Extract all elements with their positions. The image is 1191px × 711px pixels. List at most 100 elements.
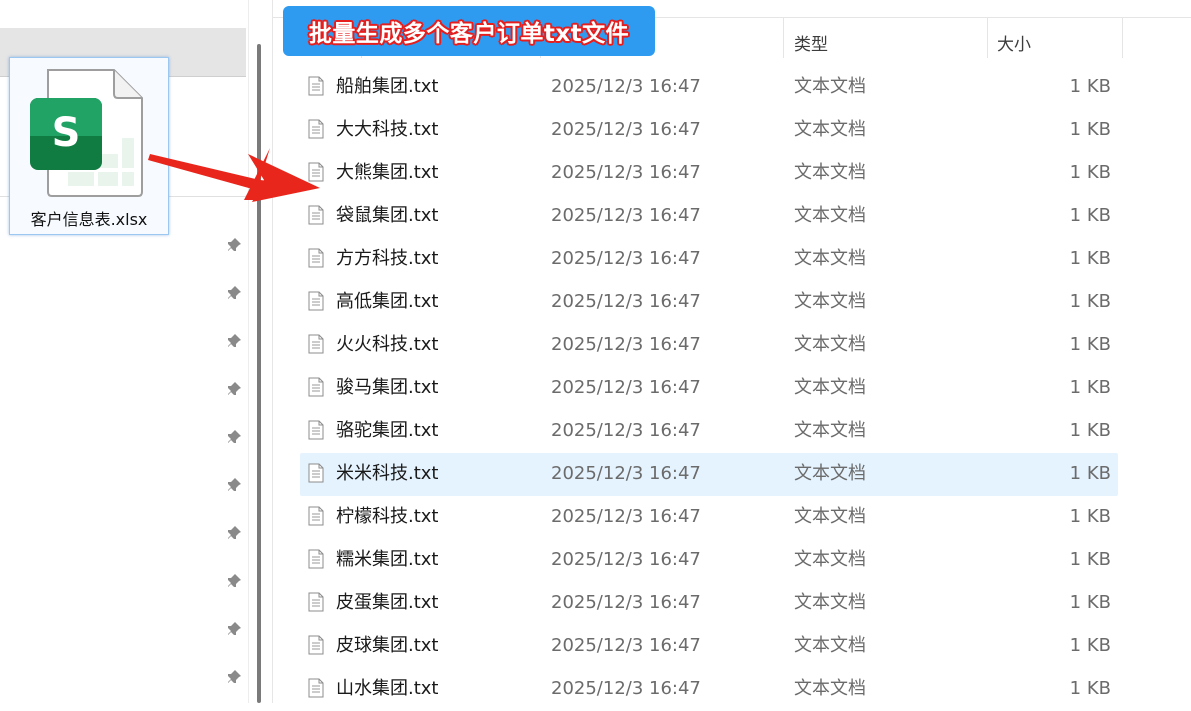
file-date: 2025/12/3 16:47: [551, 248, 701, 269]
file-name: 大大科技.txt: [336, 119, 439, 140]
file-name: 高低集团.txt: [336, 291, 439, 312]
file-size: 1 KB: [1069, 334, 1111, 355]
column-size[interactable]: 大小: [997, 30, 1031, 55]
text-file-icon: [308, 506, 324, 526]
excel-spreadsheet-icon: S: [30, 69, 143, 197]
file-name: 船舶集团.txt: [336, 76, 439, 97]
file-size: 1 KB: [1069, 76, 1111, 97]
nav-divider: [248, 0, 249, 703]
file-size: 1 KB: [1069, 506, 1111, 527]
text-file-icon: [308, 377, 324, 397]
file-name: 方方科技.txt: [336, 248, 439, 269]
file-size: 1 KB: [1069, 592, 1111, 613]
file-type: 文本文档: [794, 506, 866, 527]
file-row[interactable]: 高低集团.txt 2025/12/3 16:47 文本文档 1 KB: [300, 281, 1118, 324]
file-type: 文本文档: [794, 377, 866, 398]
file-date: 2025/12/3 16:47: [551, 420, 701, 441]
pin-icon[interactable]: [224, 427, 244, 447]
file-date: 2025/12/3 16:47: [551, 119, 701, 140]
text-file-icon: [308, 291, 324, 311]
text-file-icon: [308, 420, 324, 440]
file-type: 文本文档: [794, 678, 866, 699]
file-size: 1 KB: [1069, 420, 1111, 441]
file-date: 2025/12/3 16:47: [551, 291, 701, 312]
pin-icon[interactable]: [224, 331, 244, 351]
file-row[interactable]: 米米科技.txt 2025/12/3 16:47 文本文档 1 KB: [300, 453, 1118, 496]
file-date: 2025/12/3 16:47: [551, 463, 701, 484]
text-file-icon: [308, 592, 324, 612]
pin-icon[interactable]: [224, 235, 244, 255]
file-row[interactable]: 火火科技.txt 2025/12/3 16:47 文本文档 1 KB: [300, 324, 1118, 367]
file-type: 文本文档: [794, 205, 866, 226]
file-size: 1 KB: [1069, 291, 1111, 312]
header-separator: [1122, 18, 1123, 58]
file-date: 2025/12/3 16:47: [551, 506, 701, 527]
file-list: 船舶集团.txt 2025/12/3 16:47 文本文档 1 KB 大大科技.txt 2…: [300, 66, 1118, 711]
file-date: 2025/12/3 16:47: [551, 205, 701, 226]
file-date: 2025/12/3 16:47: [551, 76, 701, 97]
file-type: 文本文档: [794, 291, 866, 312]
file-row[interactable]: 骏马集团.txt 2025/12/3 16:47 文本文档 1 KB: [300, 367, 1118, 410]
file-type: 文本文档: [794, 119, 866, 140]
pane-divider: [272, 0, 273, 703]
file-name: 骆驼集团.txt: [336, 420, 439, 441]
text-file-icon: [308, 334, 324, 354]
header-separator: [783, 18, 784, 58]
file-name: 米米科技.txt: [336, 463, 439, 484]
pin-icon[interactable]: [224, 475, 244, 495]
file-row[interactable]: 袋鼠集团.txt 2025/12/3 16:47 文本文档 1 KB: [300, 195, 1118, 238]
file-date: 2025/12/3 16:47: [551, 334, 701, 355]
pin-icon[interactable]: [224, 379, 244, 399]
file-date: 2025/12/3 16:47: [551, 635, 701, 656]
text-file-icon: [308, 119, 324, 139]
file-type: 文本文档: [794, 248, 866, 269]
pin-icon[interactable]: [224, 283, 244, 303]
file-row[interactable]: 糯米集团.txt 2025/12/3 16:47 文本文档 1 KB: [300, 539, 1118, 582]
file-row[interactable]: 山水集团.txt 2025/12/3 16:47 文本文档 1 KB: [300, 668, 1118, 711]
file-size: 1 KB: [1069, 635, 1111, 656]
file-name: 骏马集团.txt: [336, 377, 439, 398]
source-file-name: 客户信息表.xlsx: [30, 210, 148, 229]
pin-icon[interactable]: [224, 667, 244, 687]
file-type: 文本文档: [794, 463, 866, 484]
file-size: 1 KB: [1069, 248, 1111, 269]
file-row[interactable]: 大大科技.txt 2025/12/3 16:47 文本文档 1 KB: [300, 109, 1118, 152]
text-file-icon: [308, 463, 324, 483]
file-type: 文本文档: [794, 420, 866, 441]
file-size: 1 KB: [1069, 463, 1111, 484]
file-size: 1 KB: [1069, 119, 1111, 140]
file-row[interactable]: 方方科技.txt 2025/12/3 16:47 文本文档 1 KB: [300, 238, 1118, 281]
file-date: 2025/12/3 16:47: [551, 162, 701, 183]
text-file-icon: [308, 635, 324, 655]
file-name: 袋鼠集团.txt: [336, 205, 439, 226]
text-file-icon: [308, 76, 324, 96]
file-date: 2025/12/3 16:47: [551, 592, 701, 613]
file-name: 皮蛋集团.txt: [336, 592, 439, 613]
file-name: 山水集团.txt: [336, 678, 439, 699]
file-name: 火火科技.txt: [336, 334, 439, 355]
file-name: 糯米集团.txt: [336, 549, 439, 570]
file-size: 1 KB: [1069, 549, 1111, 570]
column-type[interactable]: 类型: [794, 30, 828, 55]
file-row[interactable]: 大熊集团.txt 2025/12/3 16:47 文本文档 1 KB: [300, 152, 1118, 195]
file-row[interactable]: 船舶集团.txt 2025/12/3 16:47 文本文档 1 KB: [300, 66, 1118, 109]
svg-text:S: S: [52, 110, 81, 156]
file-row[interactable]: 骆驼集团.txt 2025/12/3 16:47 文本文档 1 KB: [300, 410, 1118, 453]
pin-icon[interactable]: [224, 619, 244, 639]
header-separator: [987, 18, 988, 58]
file-type: 文本文档: [794, 592, 866, 613]
file-type: 文本文档: [794, 76, 866, 97]
pin-icon[interactable]: [224, 571, 244, 591]
file-row[interactable]: 皮球集团.txt 2025/12/3 16:47 文本文档 1 KB: [300, 625, 1118, 668]
file-date: 2025/12/3 16:47: [551, 678, 701, 699]
file-row[interactable]: 柠檬科技.txt 2025/12/3 16:47 文本文档 1 KB: [300, 496, 1118, 539]
file-date: 2025/12/3 16:47: [551, 377, 701, 398]
file-type: 文本文档: [794, 334, 866, 355]
file-type: 文本文档: [794, 162, 866, 183]
file-row[interactable]: 皮蛋集团.txt 2025/12/3 16:47 文本文档 1 KB: [300, 582, 1118, 625]
file-size: 1 KB: [1069, 205, 1111, 226]
source-file-tile[interactable]: S 客户信息表.xlsx: [9, 57, 169, 235]
pin-icon[interactable]: [224, 523, 244, 543]
file-date: 2025/12/3 16:47: [551, 549, 701, 570]
file-name: 大熊集团.txt: [336, 162, 439, 183]
